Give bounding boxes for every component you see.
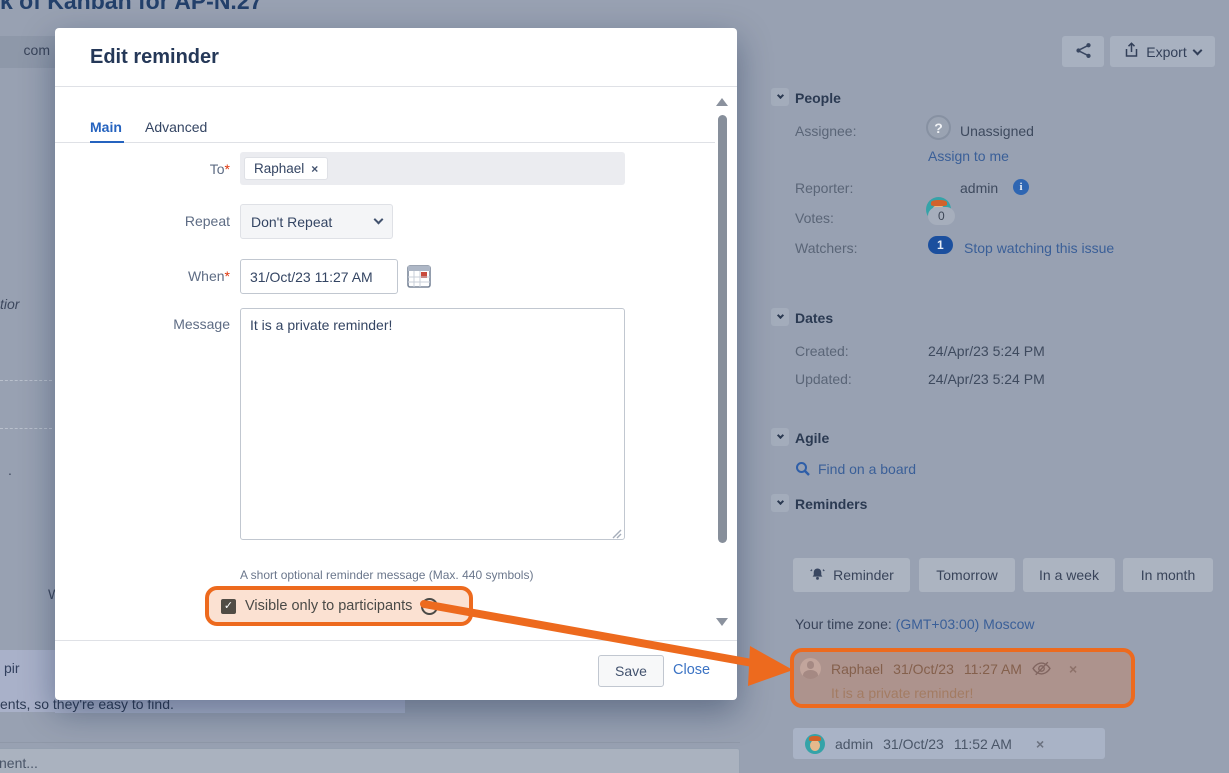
divider — [0, 380, 52, 381]
updated-value: 24/Apr/23 5:24 PM — [928, 371, 1045, 387]
comment-input[interactable]: nent... — [0, 748, 740, 773]
repeat-select[interactable]: Don't Repeat — [240, 204, 393, 239]
created-value: 24/Apr/23 5:24 PM — [928, 343, 1045, 359]
timezone-link[interactable]: (GMT+03:00) Moscow — [896, 616, 1035, 632]
collapse-people-button[interactable] — [771, 88, 789, 106]
reminder-entry-time: 11:52 AM — [954, 736, 1012, 752]
reminder-in-month-button[interactable]: In month — [1123, 558, 1213, 592]
admin-avatar — [805, 734, 825, 754]
votes-badge: 0 — [928, 207, 955, 225]
divider — [55, 86, 737, 87]
chevron-down-icon — [374, 215, 384, 225]
close-link[interactable]: Close — [673, 662, 710, 678]
collapse-dates-button[interactable] — [771, 308, 789, 326]
divider — [55, 640, 737, 641]
assignee-label: Assignee: — [795, 123, 856, 139]
agile-section-title: Agile — [795, 430, 829, 446]
chevron-down-icon — [1192, 45, 1202, 55]
share-icon — [1075, 42, 1092, 62]
timezone-text: Your time zone: (GMT+03:00) Moscow — [795, 616, 1035, 632]
watchers-label: Watchers: — [795, 240, 858, 256]
when-input[interactable]: 31/Oct/23 11:27 AM — [240, 259, 398, 294]
collapse-reminders-button[interactable] — [771, 494, 789, 512]
reminder-tomorrow-button[interactable]: Tomorrow — [919, 558, 1015, 592]
divider — [0, 742, 740, 743]
divider — [0, 428, 52, 429]
remove-recipient-icon[interactable]: × — [311, 162, 318, 176]
background-fragment: pir — [4, 660, 20, 676]
stop-watching-link[interactable]: Stop watching this issue — [964, 240, 1114, 256]
resize-handle[interactable] — [611, 526, 622, 542]
edit-reminder-dialog: Edit reminder Main Advanced To* Raphael … — [55, 28, 737, 700]
assignee-value: Unassigned — [960, 123, 1034, 139]
export-label: Export — [1146, 44, 1186, 60]
unassigned-avatar: ? — [926, 115, 951, 140]
bell-icon — [809, 566, 826, 585]
dialog-title: Edit reminder — [90, 46, 219, 69]
reminders-section-title: Reminders — [795, 496, 867, 512]
dates-section-title: Dates — [795, 310, 833, 326]
to-field[interactable]: Raphael × — [240, 152, 625, 185]
watchers-badge: 1 — [928, 236, 953, 254]
reminder-entry-name: admin — [835, 736, 873, 752]
tab-advanced[interactable]: Advanced — [145, 119, 207, 135]
reminder-entry: admin 31/Oct/23 11:52 AM × — [793, 728, 1105, 759]
find-on-board-link[interactable]: Find on a board — [818, 461, 916, 477]
updated-label: Updated: — [795, 371, 852, 387]
message-textarea[interactable]: It is a private reminder! — [240, 308, 625, 540]
recipient-chip: Raphael × — [244, 157, 328, 180]
visibility-label: Visible only to participants — [245, 598, 412, 614]
repeat-label: Repeat — [130, 213, 230, 229]
collapse-agile-button[interactable] — [771, 428, 789, 446]
add-reminder-button[interactable]: Reminder — [793, 558, 910, 592]
visibility-checkbox[interactable]: ✓ — [221, 599, 236, 614]
message-help-text: A short optional reminder message (Max. … — [240, 568, 533, 582]
share-button[interactable] — [1062, 36, 1104, 67]
calendar-picker-button[interactable] — [406, 263, 432, 292]
page-title: k of Kanban for AP-N.27 — [0, 0, 262, 15]
reporter-label: Reporter: — [795, 180, 853, 196]
reminder-entry-date: 31/Oct/23 — [883, 736, 944, 752]
add-reminder-label: Reminder — [833, 567, 894, 583]
save-button[interactable]: Save — [598, 655, 664, 687]
scrollbar-thumb[interactable] — [718, 115, 727, 543]
info-icon[interactable]: i — [1013, 179, 1029, 195]
background-tab-fragment[interactable]: com — [0, 36, 58, 68]
help-icon[interactable]: ? — [421, 598, 438, 615]
reminder-in-a-week-button[interactable]: In a week — [1023, 558, 1115, 592]
visibility-annotation: ✓ Visible only to participants ? — [205, 586, 473, 626]
reporter-value: admin — [960, 180, 998, 196]
export-icon — [1124, 42, 1139, 61]
votes-label: Votes: — [795, 210, 834, 226]
export-button[interactable]: Export — [1110, 36, 1215, 67]
jira-issue-page: k of Kanban for AP-N.27 com tior . W pir… — [0, 0, 1229, 773]
divider — [55, 142, 715, 143]
scroll-up-button[interactable] — [716, 98, 728, 106]
background-fragment: tior — [0, 296, 19, 312]
message-label: Message — [130, 316, 230, 332]
people-section-title: People — [795, 90, 841, 106]
created-label: Created: — [795, 343, 849, 359]
when-label: When* — [130, 268, 230, 284]
delete-reminder-icon[interactable]: × — [1036, 736, 1044, 752]
search-icon — [795, 461, 811, 480]
to-label: To* — [130, 161, 230, 177]
scroll-down-button[interactable] — [716, 618, 728, 626]
reminder-annotation — [790, 648, 1135, 708]
active-tab-indicator — [90, 141, 124, 143]
background-fragment: . — [8, 462, 12, 478]
tab-main[interactable]: Main — [90, 119, 122, 135]
assign-to-me-link[interactable]: Assign to me — [928, 148, 1009, 164]
